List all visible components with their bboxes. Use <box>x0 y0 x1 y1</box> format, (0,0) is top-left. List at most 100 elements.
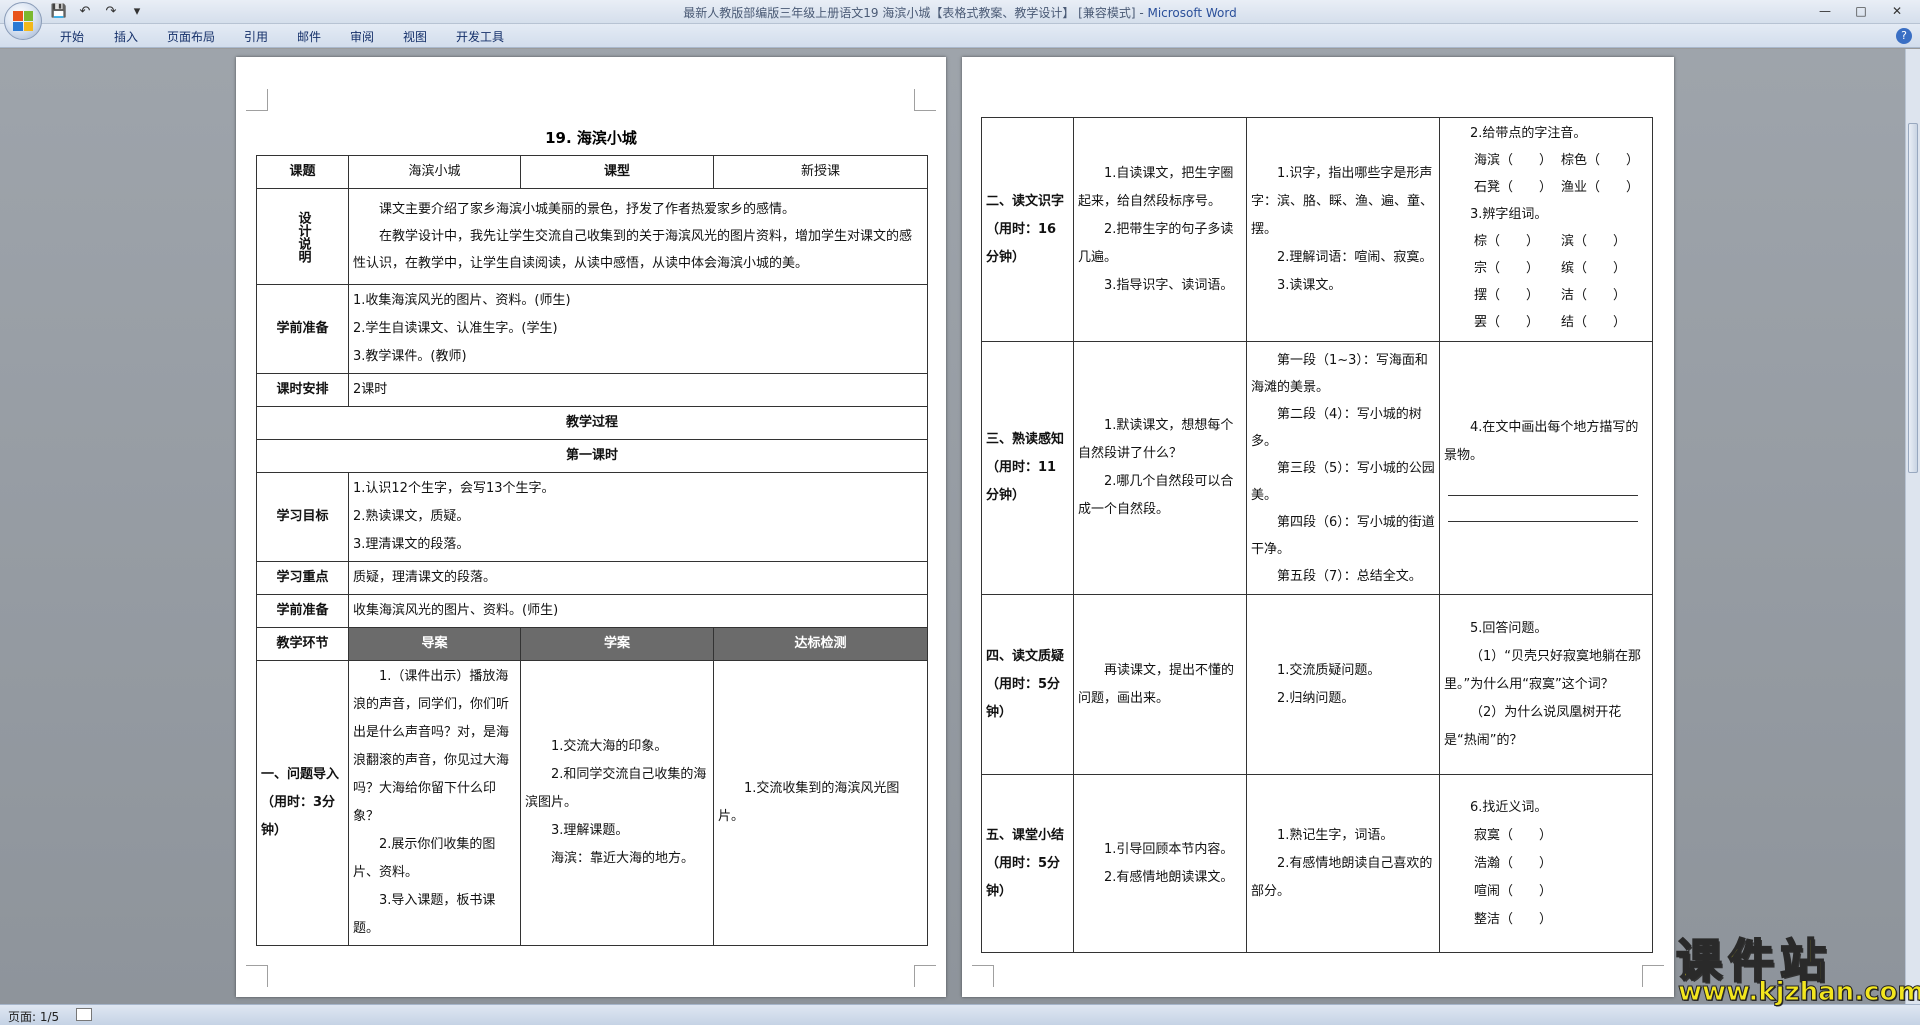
section-5-label: 五、课堂小结（用时：5分钟） <box>981 774 1074 953</box>
list-item: 3.教学课件。(教师) <box>353 349 467 364</box>
col-check-header: 达标检测 <box>713 627 928 661</box>
guide-item: 再读课文，提出不懂的问题，画出来。 <box>1073 594 1247 775</box>
crop-mark <box>246 89 268 111</box>
word-item: 宗（ ） <box>1474 261 1540 276</box>
study-item: 第一段（1~3）：写海面和海滩的美景。 <box>1251 352 1428 395</box>
answer-line <box>1448 496 1638 522</box>
check-item: 4.在文中画出每个地方描写的景物。 <box>1444 420 1639 463</box>
guide-item: 3.指导识字、读词语。 <box>1104 277 1234 293</box>
tab-references[interactable]: 引用 <box>244 28 268 45</box>
list-item: 1.收集海滨风光的图片、资料。(师生) <box>353 293 571 308</box>
check-item: 5.回答问题。 <box>1470 620 1548 636</box>
watermark-logo: 课件站 www.kjzhan.com <box>1668 925 1920 1008</box>
word-item: 棕（ ） <box>1474 234 1540 249</box>
synonym-item: 整洁（ ） <box>1474 911 1553 927</box>
guide-item: 2.展示你们收集的图片、资料。 <box>353 837 496 880</box>
office-button[interactable] <box>4 2 42 40</box>
office-logo-icon <box>13 11 33 31</box>
study-item: 第五段（7）：总结全文。 <box>1277 568 1422 584</box>
key-label: 学习重点 <box>256 561 349 595</box>
section-1-label: 一、问题导入（用时：3分钟） <box>256 660 349 946</box>
hours-value: 2课时 <box>348 373 928 407</box>
check-title: 3.辨字组词。 <box>1470 207 1548 222</box>
topic-value: 海滨小城 <box>348 155 521 189</box>
synonym-item: 寂寞（ ） <box>1474 827 1553 843</box>
study-item: 第二段（4）：写小城的树多。 <box>1251 406 1422 449</box>
study-item: 1.交流大海的印象。 <box>551 739 668 754</box>
tab-page-layout[interactable]: 页面布局 <box>167 28 215 45</box>
word-item: 洁（ ） <box>1561 288 1627 303</box>
document-name: 最新人教版部编版三年级上册语文19 海滨小城【表格式教案、教学设计】 [兼容模式… <box>683 6 1136 20</box>
tab-insert[interactable]: 插入 <box>114 28 138 45</box>
pinyin-item: 石凳（ ） <box>1474 180 1553 195</box>
close-button[interactable]: ✕ <box>1880 2 1914 20</box>
ribbon-tabs: 开始 插入 页面布局 引用 邮件 审阅 视图 开发工具 ? <box>0 24 1920 48</box>
lesson-plan-table-continued: 二、读文识字（用时：16分钟） 1.自读课文，把生字圈起来，给自然段标序号。 2… <box>981 117 1653 953</box>
prep2-label: 学前准备 <box>256 594 349 628</box>
study-item: 2.理解词语：喧闹、寂寞。 <box>1277 249 1433 265</box>
status-bar: 页面: 1/5 <box>0 1004 1920 1025</box>
check-item: 1.交流收集到的海滨风光图片。 <box>713 660 928 946</box>
tab-mailings[interactable]: 邮件 <box>297 28 321 45</box>
prep-label: 学前准备 <box>256 284 349 374</box>
guide-item: 1.（课件出示）播放海浪的声音，同学们，你们听出是什么声音吗？对，是海浪翻滚的声… <box>353 669 510 824</box>
maximize-button[interactable]: □ <box>1844 2 1878 20</box>
window-controls: — □ ✕ <box>1808 2 1914 20</box>
check-title: 6.找近义词。 <box>1470 799 1548 815</box>
prep2-value: 收集海滨风光的图片、资料。(师生) <box>348 594 928 628</box>
title-bar: 💾 ↶ ↷ ▾ 最新人教版部编版三年级上册语文19 海滨小城【表格式教案、教学设… <box>0 0 1920 24</box>
word-item: 缤（ ） <box>1561 261 1627 276</box>
crop-mark <box>914 965 936 987</box>
study-item: 3.读课文。 <box>1277 277 1342 293</box>
page-1: 19. 海滨小城 课题 海滨小城 课型 新授课 设计说明 课文主要介绍了家乡海滨… <box>236 57 946 997</box>
lesson-title: 第一课时 <box>256 439 928 473</box>
list-item: 3.理清课文的段落。 <box>353 537 470 552</box>
document-title: 19. 海滨小城 <box>545 129 637 147</box>
section-4-label: 四、读文质疑（用时：5分钟） <box>981 594 1074 775</box>
document-workspace: 19. 海滨小城 课题 海滨小城 课型 新授课 设计说明 课文主要介绍了家乡海滨… <box>0 49 1905 1004</box>
page-count[interactable]: 页面: 1/5 <box>8 1008 59 1025</box>
col-guide-header: 导案 <box>348 627 521 661</box>
step-label: 教学环节 <box>256 627 349 661</box>
hours-label: 课时安排 <box>256 373 349 407</box>
lesson-plan-table: 课题 海滨小城 课型 新授课 设计说明 课文主要介绍了家乡海滨小城美丽的景色，抒… <box>256 155 928 946</box>
minimize-button[interactable]: — <box>1808 2 1842 20</box>
guide-item: 1.自读课文，把生字圈起来，给自然段标序号。 <box>1078 165 1234 209</box>
tab-home[interactable]: 开始 <box>60 28 84 45</box>
help-icon[interactable]: ? <box>1896 28 1912 44</box>
guide-item: 3.导入课题，板书课题。 <box>353 893 496 936</box>
study-item: 1.识字，指出哪些字是形声字：滨、胳、睬、渔、遍、童、摆。 <box>1251 165 1434 237</box>
topic-label: 课题 <box>256 155 349 189</box>
proofing-icon[interactable] <box>76 1008 92 1021</box>
col-study-header: 学案 <box>520 627 714 661</box>
word-item: 罢（ ） <box>1474 315 1540 330</box>
check-title: 2.给带点的字注音。 <box>1470 126 1587 141</box>
answer-line <box>1448 470 1638 496</box>
tab-developer[interactable]: 开发工具 <box>456 28 504 45</box>
crop-mark <box>972 965 994 987</box>
synonym-item: 喧闹（ ） <box>1474 883 1553 899</box>
study-item: 第四段（6）：写小城的街道干净。 <box>1251 514 1435 557</box>
study-item: 2.和同学交流自己收集的海滨图片。 <box>525 767 707 810</box>
tab-view[interactable]: 视图 <box>403 28 427 45</box>
pinyin-grid: 海滨（ ） 棕色（ ） 石凳（ ） 渔业（ ） <box>1444 147 1648 201</box>
design-paragraph: 课文主要介绍了家乡海滨小城美丽的景色，抒发了作者热爱家乡的感情。 <box>379 202 796 217</box>
guide-item: 1.引导回顾本节内容。 <box>1104 841 1234 857</box>
study-item: 1.交流质疑问题。 <box>1277 662 1381 678</box>
crop-mark <box>246 965 268 987</box>
tab-review[interactable]: 审阅 <box>350 28 374 45</box>
vertical-scrollbar[interactable] <box>1905 49 1920 1004</box>
scrollbar-thumb[interactable] <box>1908 123 1918 473</box>
study-item: 海滨：靠近大海的地方。 <box>551 851 695 866</box>
word-item: 滨（ ） <box>1561 234 1627 249</box>
process-title: 教学过程 <box>256 406 928 440</box>
key-value: 质疑，理清课文的段落。 <box>348 561 928 595</box>
word-item: 结（ ） <box>1561 315 1627 330</box>
design-label: 设计说明 <box>256 188 349 285</box>
design-paragraph: 在教学设计中，我先让学生交流自己收集到的关于海滨风光的图片资料，增加学生对课文的… <box>353 229 913 271</box>
guide-item: 2.有感情地朗读课文。 <box>1104 869 1234 885</box>
study-item: 2.有感情地朗读自己喜欢的部分。 <box>1251 855 1433 899</box>
crop-mark <box>1642 965 1664 987</box>
list-item: 1.认识12个生字，会写13个生字。 <box>353 481 555 496</box>
page-2: 二、读文识字（用时：16分钟） 1.自读课文，把生字圈起来，给自然段标序号。 2… <box>962 57 1674 997</box>
